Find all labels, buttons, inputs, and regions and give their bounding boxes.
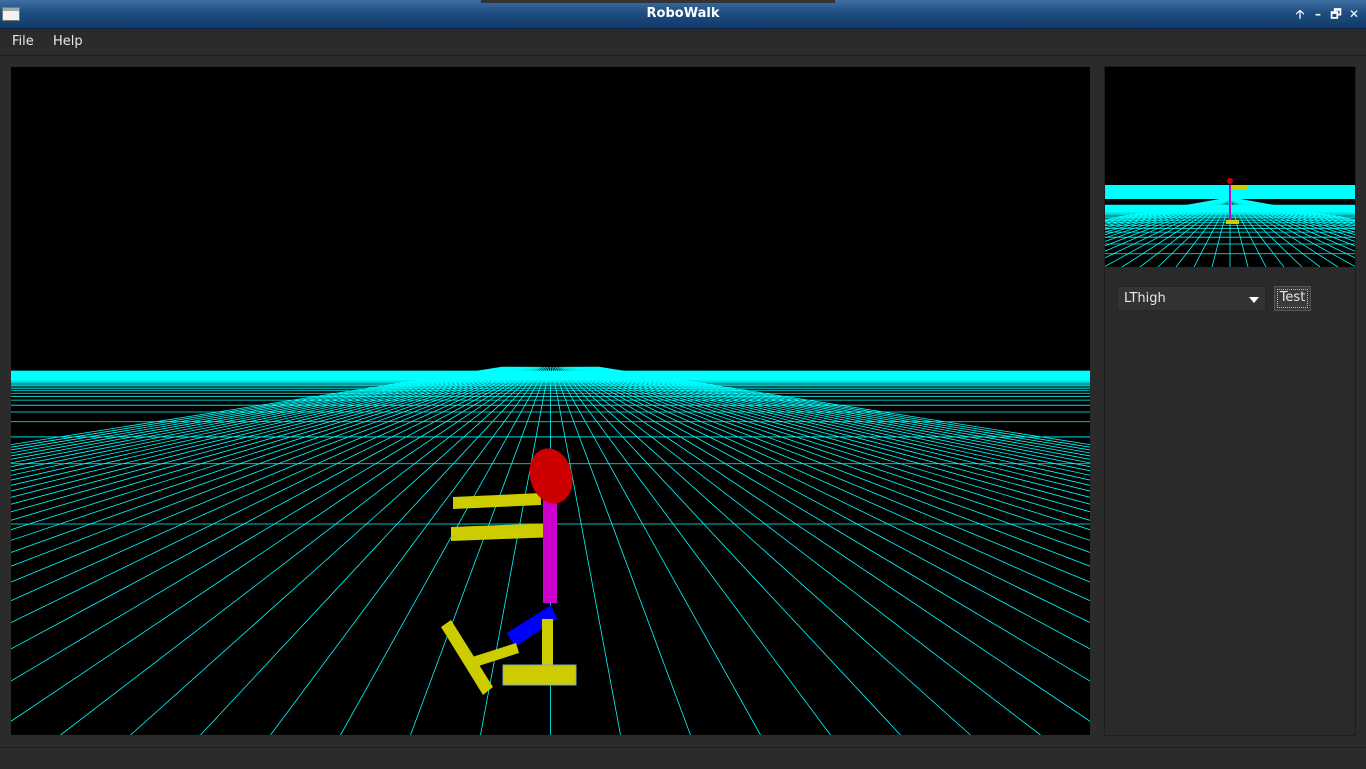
robot-standing-leg [542, 619, 553, 669]
preview-robot-spine [1229, 185, 1231, 219]
grid-line [11, 366, 534, 602]
preview-robot-arm [1232, 185, 1248, 189]
menu-help[interactable]: Help [53, 34, 83, 49]
keep-above-icon[interactable]: 🡡 [1292, 5, 1308, 23]
preview-scene [1105, 178, 1355, 267]
menu-bar: File Help [0, 29, 1366, 56]
main-scene [11, 366, 1090, 735]
robot-upper-arm [453, 493, 541, 509]
grid-line [567, 366, 1090, 602]
preview-robot-foot [1226, 220, 1239, 224]
grid-line [561, 366, 1090, 722]
grid-line [200, 366, 544, 735]
robot-figure [441, 448, 577, 695]
grid-line [560, 366, 1041, 735]
menu-file[interactable]: File [12, 34, 34, 49]
minimize-button[interactable]: – [1310, 5, 1326, 23]
maximize-button[interactable]: 🗗 [1328, 5, 1344, 23]
grid-line [60, 366, 541, 735]
grid-line [576, 366, 1090, 513]
grid-line [11, 366, 525, 513]
grid-line [11, 366, 539, 682]
robot-spine [543, 495, 557, 603]
grid-line [11, 366, 540, 722]
main-3d-viewport[interactable] [11, 67, 1090, 735]
grid-line [557, 366, 901, 735]
robot-lower-arm [451, 523, 556, 541]
window-title: RoboWalk [646, 6, 720, 21]
title-bar: RoboWalk 🡡 – 🗗 ✕ [0, 0, 1366, 29]
robot-foot [502, 664, 577, 686]
title-bar-handle [481, 0, 835, 3]
grid-line [558, 366, 971, 735]
chevron-down-icon [1249, 297, 1259, 303]
body-part-select-value: LThigh [1124, 291, 1166, 306]
grid-line [554, 366, 761, 735]
preview-viewport[interactable] [1105, 67, 1355, 267]
body-part-select[interactable]: LThigh [1117, 286, 1266, 311]
preview-robot-head [1227, 178, 1233, 184]
status-bar [0, 747, 1366, 769]
grid-line [562, 366, 1090, 682]
close-button[interactable]: ✕ [1346, 5, 1362, 23]
grid-line [555, 366, 831, 735]
test-button[interactable]: Test [1274, 286, 1311, 311]
